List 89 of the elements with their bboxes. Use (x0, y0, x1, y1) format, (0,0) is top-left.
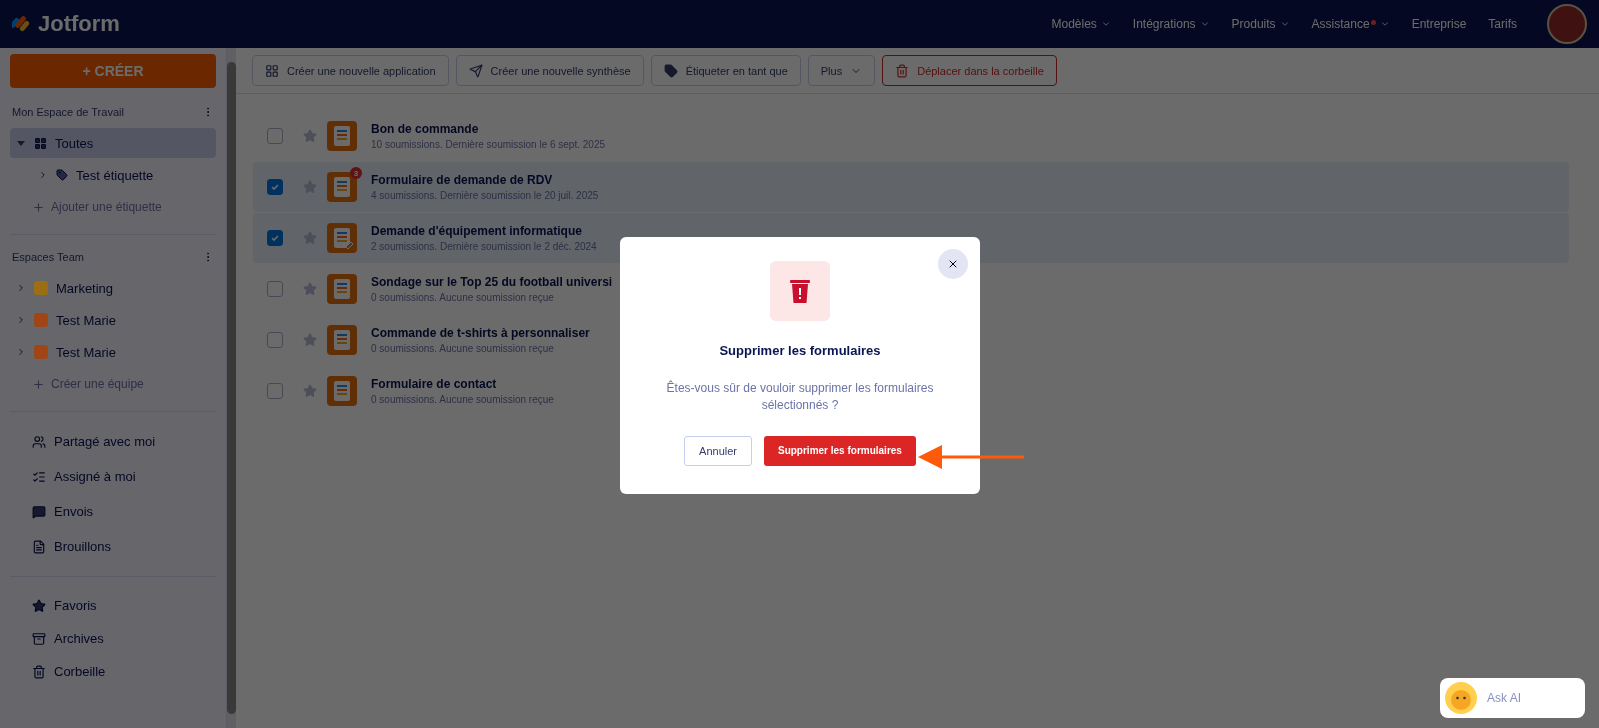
star-icon (32, 598, 46, 613)
paper-plane-icon (468, 63, 483, 78)
toolbar-button[interactable]: Créer une nouvelle synthèse (455, 55, 644, 86)
sidebar-link[interactable]: Favoris (10, 589, 216, 622)
logo-text: Jotform (38, 11, 120, 37)
trash-alert-icon (789, 278, 811, 304)
ask-ai-button[interactable]: Ask AI (1440, 678, 1585, 718)
team-item[interactable]: Marketing (10, 273, 216, 303)
section-title: Mon Espace de Travail (12, 106, 124, 118)
form-title: Sondage sur le Top 25 du football universi (371, 275, 613, 289)
toolbar-button[interactable]: Créer une nouvelle application (252, 55, 449, 86)
grid-icon (265, 63, 279, 78)
dialog-message: Êtes-vous sûr de vouloir supprimer les formulaires sélectionnés ? (665, 380, 935, 414)
form-icon (327, 223, 357, 253)
avatar (1547, 4, 1587, 44)
tag-icon (663, 63, 678, 78)
form-title: Commande de t-shirts à personnaliser (371, 326, 590, 340)
nav-link[interactable]: Assistance (1311, 17, 1390, 31)
sidebar-link[interactable]: Assigné à moi (10, 459, 216, 494)
archive-icon (32, 631, 46, 646)
form-icon (327, 274, 357, 304)
check-icon (270, 233, 280, 243)
nav-link[interactable]: Modèles (1051, 17, 1111, 31)
form-title: Formulaire de demande de RDV (371, 173, 554, 187)
cancel-button[interactable]: Annuler (684, 435, 752, 466)
tag-icon (56, 169, 68, 181)
toolbar-button[interactable]: Déplacer dans la corbeille (882, 55, 1057, 86)
caret-icon (16, 138, 26, 148)
folder-item[interactable]: Toutes (10, 128, 216, 158)
checklist-icon (32, 469, 46, 484)
checkbox[interactable] (267, 383, 283, 399)
checkbox[interactable] (267, 281, 283, 297)
star-icon[interactable] (303, 282, 317, 296)
sidebar-link[interactable]: Corbeille (10, 655, 216, 688)
grid-icon (34, 136, 47, 150)
sidebar-link[interactable]: Brouillons (10, 529, 216, 564)
check-icon (270, 182, 280, 192)
add-label-link[interactable]: Ajouter une étiquette (10, 192, 216, 222)
toolbar-button[interactable]: Étiqueter en tant que (650, 55, 801, 86)
plus-icon (32, 377, 45, 391)
sidebar-link[interactable]: Partagé avec moi (10, 424, 216, 459)
nav-link[interactable]: Entreprise (1411, 17, 1467, 31)
star-icon[interactable] (303, 129, 317, 143)
team-item[interactable]: Test Marie (10, 337, 216, 367)
form-icon (327, 172, 357, 202)
caret-icon (16, 315, 26, 325)
document-icon (32, 539, 46, 554)
count-badge: 3 (350, 167, 362, 179)
section-title: Espaces Team (12, 251, 84, 263)
notification-dot (1370, 19, 1376, 25)
close-icon (947, 258, 959, 270)
nav-link[interactable]: Tarifs (1488, 17, 1517, 31)
caret-icon (38, 170, 48, 180)
people-icon (32, 434, 46, 449)
mascot-icon (1445, 682, 1477, 714)
form-title: Bon de commande (371, 122, 480, 136)
dialog-title: Supprimer les formulaires (719, 343, 881, 358)
form-title: Demande d'équipement informatique (371, 224, 583, 238)
caret-icon (16, 347, 26, 357)
plus-icon (32, 200, 45, 214)
delete-button[interactable]: Supprimer les formulaires (764, 435, 916, 466)
sidebar-link[interactable]: Archives (10, 622, 216, 655)
nav-link[interactable]: Produits (1231, 17, 1290, 31)
checkbox[interactable] (267, 128, 283, 144)
team-item[interactable]: Test Marie (10, 305, 216, 335)
caret-icon (1279, 19, 1290, 29)
message-icon (32, 504, 46, 519)
checkbox[interactable] (267, 332, 283, 348)
checkbox[interactable] (267, 230, 283, 246)
caret-icon (1379, 19, 1390, 29)
close-button[interactable] (938, 249, 968, 279)
create-button[interactable]: + CRÉER (10, 54, 216, 88)
checkbox[interactable] (267, 179, 283, 195)
form-icon (327, 376, 357, 406)
trash-icon (32, 664, 46, 679)
form-icon (327, 121, 357, 151)
star-icon[interactable] (303, 333, 317, 347)
form-title: Formulaire de contact (371, 377, 498, 391)
nav-link[interactable]: Intégrations (1132, 17, 1210, 31)
caret-icon (1199, 19, 1210, 29)
create-team-link[interactable]: Créer une équipe (10, 369, 216, 399)
caret-icon (16, 283, 26, 293)
star-icon[interactable] (303, 384, 317, 398)
folder-item[interactable]: Test étiquette (10, 160, 216, 190)
caret-icon (1100, 19, 1111, 29)
sidebar-link[interactable]: Envois (10, 494, 216, 529)
form-icon (327, 325, 357, 355)
toolbar-button[interactable]: Plus (807, 55, 876, 86)
trash-icon (895, 63, 910, 78)
